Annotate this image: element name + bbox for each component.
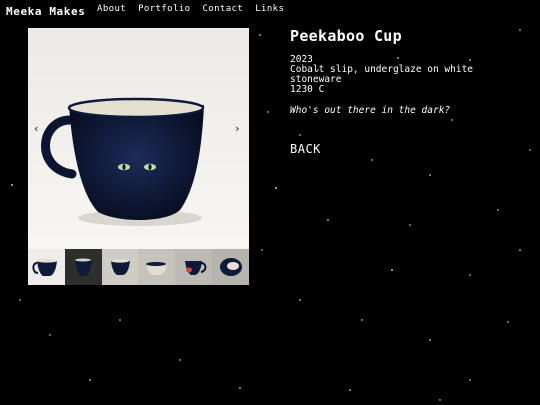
product-quote: Who's out there in the dark? — [290, 105, 451, 116]
previous-image-arrow[interactable]: ‹ — [33, 122, 40, 135]
nav-item-portfolio[interactable]: Portfolio — [138, 4, 190, 14]
nav-item-contact[interactable]: Contact — [202, 4, 243, 14]
nav-item-about[interactable]: About — [97, 4, 126, 14]
main-nav: About Portfolio Contact Links — [97, 4, 284, 14]
product-title: Peekaboo Cup — [290, 27, 402, 45]
next-image-arrow[interactable]: › — [234, 122, 241, 135]
thumbnail-5[interactable] — [175, 249, 213, 285]
product-price: 1230 C — [290, 84, 325, 95]
thumbnail-1[interactable] — [28, 249, 65, 285]
back-link[interactable]: BACK — [290, 142, 321, 156]
thumbnail-4[interactable] — [138, 249, 176, 285]
thumbnail-strip — [28, 249, 249, 285]
thumbnail-3[interactable] — [101, 249, 139, 285]
image-gallery: ‹ › — [28, 28, 249, 285]
nav-item-links[interactable]: Links — [255, 4, 284, 14]
cup-photo — [28, 28, 249, 249]
product-info: Peekaboo Cup 2023 Cobalt slip, underglaz… — [290, 27, 520, 157]
product-materials-line-2: stoneware — [290, 74, 342, 85]
thumbnail-2[interactable] — [64, 249, 102, 285]
main-product-image: ‹ › — [28, 28, 249, 249]
site-brand[interactable]: Meeka Makes — [6, 5, 85, 18]
thumbnail-6[interactable] — [212, 249, 249, 285]
